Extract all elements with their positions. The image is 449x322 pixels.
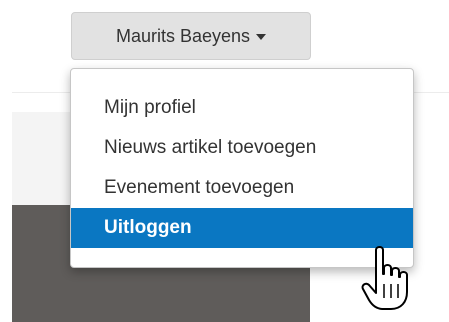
menu-item-profile[interactable]: Mijn profiel (71, 88, 413, 128)
menu-item-add-event[interactable]: Evenement toevoegen (71, 168, 413, 208)
user-dropdown-menu: Mijn profiel Nieuws artikel toevoegen Ev… (70, 68, 414, 268)
menu-item-logout[interactable]: Uitloggen (71, 208, 413, 248)
hand-pointer-icon (361, 246, 408, 310)
user-menu-toggle[interactable]: Maurits Baeyens (71, 12, 311, 60)
user-menu-toggle-label: Maurits Baeyens (115, 25, 251, 46)
caret-down-icon (256, 34, 267, 40)
menu-item-add-news[interactable]: Nieuws artikel toevoegen (71, 128, 413, 168)
